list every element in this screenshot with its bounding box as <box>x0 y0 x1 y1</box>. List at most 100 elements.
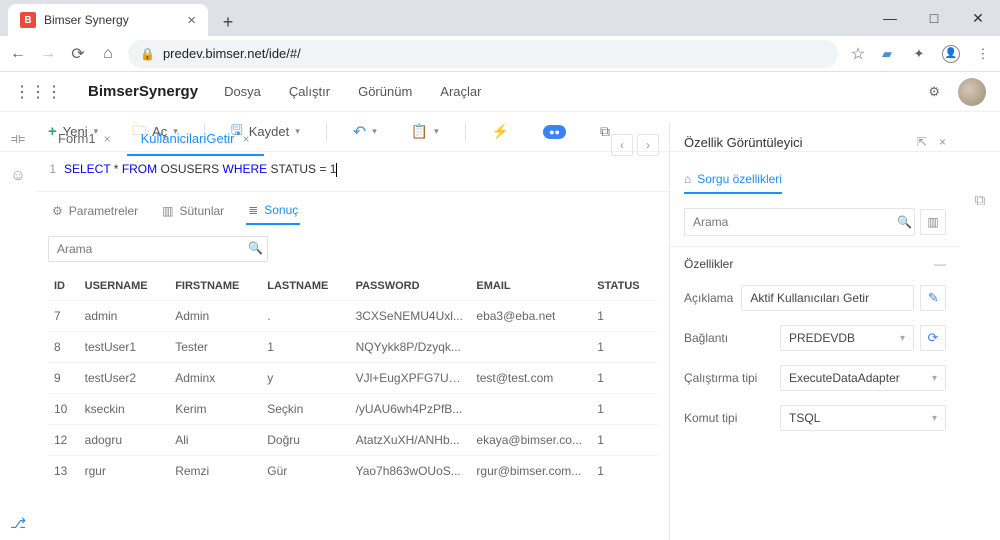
search-icon: 🔍 <box>897 215 912 229</box>
col-status: STATUS <box>591 272 657 301</box>
new-tab-button[interactable]: + <box>214 8 242 36</box>
back-icon[interactable]: ← <box>8 44 28 64</box>
home-icon: ⌂ <box>684 172 691 186</box>
cell-last: y <box>261 362 349 393</box>
tab-next-icon[interactable]: › <box>637 134 659 156</box>
cell-last: Gür <box>261 455 349 486</box>
menu-tools[interactable]: Araçlar <box>440 84 481 99</box>
close-tab-icon[interactable]: × <box>187 12 196 29</box>
close-icon[interactable]: × <box>104 132 111 146</box>
chevron-down-icon: ▾ <box>932 413 937 424</box>
cell-id: 7 <box>48 300 79 331</box>
sliders-icon: ⚙ <box>52 204 63 218</box>
menu-icon[interactable]: ⋮ <box>974 45 992 63</box>
table-row[interactable]: 13rgurRemziGürYao7h863wOUoS...rgur@bimse… <box>48 455 657 486</box>
col-email: EMAIL <box>470 272 591 301</box>
url-field[interactable]: 🔒 predev.bimser.net/ide/#/ <box>128 40 838 68</box>
table-row[interactable]: 9testUser2AdminxyVJl+EugXPFG7UB...test@t… <box>48 362 657 393</box>
cell-email: rgur@bimser.com... <box>470 455 591 486</box>
close-icon[interactable]: × <box>243 132 250 146</box>
result-search: 🔍 <box>48 236 657 262</box>
tab-sonuc[interactable]: ≣Sonuç <box>246 197 300 225</box>
maximize-icon[interactable]: □ <box>912 0 956 36</box>
code-editor[interactable]: 1 SELECT * FROM OSUSERS WHERE STATUS = 1 <box>36 156 669 192</box>
table-row[interactable]: 7adminAdmin.3CXSeNEMU4Uxl...eba3@eba.net… <box>48 300 657 331</box>
brand: BimserSynergy <box>88 83 198 100</box>
cell-pass: AtatzXuXH/ANHb... <box>350 424 471 455</box>
result-table-wrap: ID USERNAME FIRSTNAME LASTNAME PASSWORD … <box>36 268 669 540</box>
cell-first: Tester <box>169 331 261 362</box>
menu-run[interactable]: Çalıştır <box>289 84 330 99</box>
sliders-icon[interactable]: ⟚ <box>11 130 25 147</box>
translate-icon[interactable]: ✎ <box>920 285 946 311</box>
browser-tab[interactable]: B Bimser Synergy × <box>8 4 208 36</box>
table-row[interactable]: 8testUser1Tester1NQYykk8P/Dzyqk...1 <box>48 331 657 362</box>
profile-icon[interactable]: 👤 <box>942 45 960 63</box>
col-id: ID <box>48 272 79 301</box>
properties-title: Özellik Görüntüleyici <box>684 135 803 150</box>
properties-search-input[interactable] <box>684 208 915 236</box>
section-ozellikler[interactable]: Özellikler— <box>670 246 960 281</box>
chevron-down-icon: ▾ <box>900 333 905 344</box>
tab-prev-icon[interactable]: ‹ <box>611 134 633 156</box>
select-baglanti[interactable]: PREDEVDB▾ <box>780 325 914 351</box>
col-password: PASSWORD <box>350 272 471 301</box>
pin-icon[interactable]: ⇱ <box>917 135 927 149</box>
cell-email <box>470 331 591 362</box>
cell-status: 1 <box>591 331 657 362</box>
user-avatar[interactable] <box>958 78 986 106</box>
properties-pane: Özellik Görüntüleyici ⇱ × ⌂Sorgu özellikl… <box>670 122 960 540</box>
cell-pass: Yao7h863wOUoS... <box>350 455 471 486</box>
cell-status: 1 <box>591 362 657 393</box>
cell-user: testUser2 <box>79 362 170 393</box>
browser-tabbar: B Bimser Synergy × + — □ ✕ <box>0 0 1000 36</box>
star-icon[interactable]: ☆ <box>848 44 868 64</box>
col-firstname: FIRSTNAME <box>169 272 261 301</box>
cell-id: 12 <box>48 424 79 455</box>
subtab-query-props[interactable]: ⌂Sorgu özellikleri <box>684 166 782 194</box>
close-window-icon[interactable]: ✕ <box>956 0 1000 36</box>
search-input[interactable] <box>48 236 268 262</box>
cell-email: ekaya@bimser.co... <box>470 424 591 455</box>
cell-status: 1 <box>591 455 657 486</box>
editor-pane: Form1× KullanicilariGetir× ‹ › 1 SELECT … <box>36 122 670 540</box>
branch-icon[interactable]: ⎇ <box>10 515 26 532</box>
columns-icon: ▥ <box>162 204 173 218</box>
home-icon[interactable]: ⌂ <box>98 44 118 64</box>
minimize-icon[interactable]: — <box>868 0 912 36</box>
input-aciklama[interactable] <box>741 285 914 311</box>
forward-icon[interactable]: → <box>38 44 58 64</box>
list-icon: ≣ <box>248 203 258 217</box>
extension-icon[interactable]: ▰ <box>878 45 896 63</box>
cell-email: test@test.com <box>470 362 591 393</box>
cell-email <box>470 393 591 424</box>
select-calistirma[interactable]: ExecuteDataAdapter▾ <box>780 365 946 391</box>
reload-icon[interactable]: ⟳ <box>68 44 88 64</box>
refresh-icon[interactable]: ⟳ <box>920 325 946 351</box>
gear-icon[interactable]: ⚙ <box>928 84 940 100</box>
cell-first: Admin <box>169 300 261 331</box>
calendar-icon[interactable]: ▥ <box>920 209 946 235</box>
table-row[interactable]: 12adogruAliDoğruAtatzXuXH/ANHb...ekaya@b… <box>48 424 657 455</box>
menu-view[interactable]: Görünüm <box>358 84 412 99</box>
menu-file[interactable]: Dosya <box>224 84 261 99</box>
cell-user: adogru <box>79 424 170 455</box>
select-komut[interactable]: TSQL▾ <box>780 405 946 431</box>
tab-form1[interactable]: Form1× <box>44 123 125 156</box>
user-icon[interactable]: ☺ <box>10 167 25 184</box>
table-row[interactable]: 10kseckinKerimSeçkin/yUAU6wh4PzPfB...1 <box>48 393 657 424</box>
line-number: 1 <box>44 162 64 177</box>
apps-icon[interactable]: ⋮⋮⋮ <box>14 82 62 102</box>
cell-pass: NQYykk8P/Dzyqk... <box>350 331 471 362</box>
app-menu: Dosya Çalıştır Görünüm Araçlar <box>224 84 481 99</box>
label-aciklama: Açıklama <box>684 291 733 305</box>
tab-parametreler[interactable]: ⚙Parametreler <box>50 198 140 224</box>
result-table: ID USERNAME FIRSTNAME LASTNAME PASSWORD … <box>48 272 657 486</box>
close-icon[interactable]: × <box>939 135 946 149</box>
properties-title-bar: Özellik Görüntüleyici ⇱ × <box>670 122 960 162</box>
tab-kullanicilarigetir[interactable]: KullanicilariGetir× <box>127 123 264 156</box>
puzzle-icon[interactable]: ✦ <box>910 45 928 63</box>
cell-id: 13 <box>48 455 79 486</box>
layers-icon[interactable]: ⧉ <box>975 192 986 209</box>
tab-sutunlar[interactable]: ▥Sütunlar <box>160 198 226 224</box>
